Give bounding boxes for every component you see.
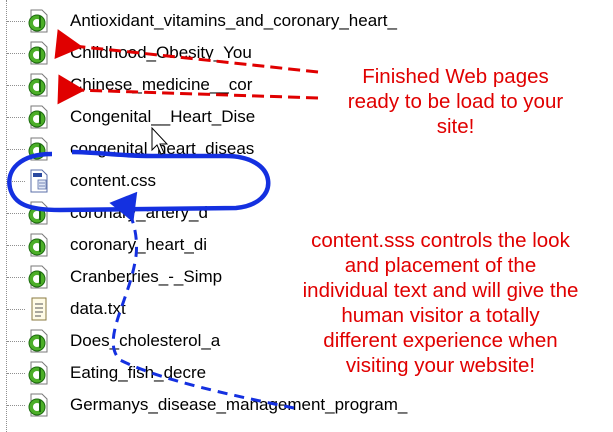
file-name[interactable]: Germanys_disease_management_program_ bbox=[70, 395, 407, 415]
tree-branch-line bbox=[7, 245, 25, 246]
tree-branch-line bbox=[7, 309, 25, 310]
tree-branch-line bbox=[7, 117, 25, 118]
file-name[interactable]: data.txt bbox=[70, 299, 126, 319]
file-name[interactable]: Chinese_medicine__cor bbox=[70, 75, 252, 95]
annotation-line: site! bbox=[436, 115, 475, 138]
html-page-icon bbox=[26, 392, 52, 418]
html-page-icon bbox=[26, 136, 52, 162]
text-file-icon bbox=[26, 296, 52, 322]
annotation-line: visiting your website! bbox=[345, 354, 536, 377]
tree-branch-line bbox=[7, 85, 25, 86]
html-page-icon bbox=[26, 8, 52, 34]
tree-branch-line bbox=[7, 341, 25, 342]
tree-branch-line bbox=[7, 405, 25, 406]
file-tree-row[interactable]: Antioxidant_vitamins_and_coronary_heart_ bbox=[0, 5, 613, 37]
tree-branch-line bbox=[7, 53, 25, 54]
tree-branch-line bbox=[7, 213, 25, 214]
file-name[interactable]: Does_cholesterol_a bbox=[70, 331, 220, 351]
html-page-icon bbox=[26, 200, 52, 226]
annotation-line: different experience when bbox=[323, 329, 558, 352]
annotation-line: individual text and will give the bbox=[302, 279, 579, 302]
html-page-icon bbox=[26, 40, 52, 66]
css-file-icon bbox=[26, 168, 52, 194]
file-tree-row[interactable]: coronary_artery_d bbox=[0, 197, 613, 229]
annotation-finished-pages: Finished Web pages ready to be load to y… bbox=[318, 64, 593, 139]
file-name[interactable]: coronary_heart_di bbox=[70, 235, 207, 255]
file-name[interactable]: content.css bbox=[70, 171, 156, 191]
file-name[interactable]: Eating_fish_decre bbox=[70, 363, 206, 383]
file-name[interactable]: Antioxidant_vitamins_and_coronary_heart_ bbox=[70, 11, 397, 31]
annotation-line: Finished Web pages bbox=[362, 65, 549, 88]
file-name[interactable]: coronary_artery_d bbox=[70, 203, 208, 223]
file-name[interactable]: congenital_heart_diseas bbox=[70, 139, 254, 159]
html-page-icon bbox=[26, 232, 52, 258]
tree-branch-line bbox=[7, 21, 25, 22]
annotation-line: content.sss controls the look bbox=[311, 229, 570, 252]
file-tree-row[interactable]: content.css bbox=[0, 165, 613, 197]
html-page-icon bbox=[26, 72, 52, 98]
html-page-icon bbox=[26, 328, 52, 354]
annotation-css-explanation: content.sss controls the look and placem… bbox=[268, 228, 613, 378]
html-page-icon bbox=[26, 264, 52, 290]
tree-branch-line bbox=[7, 277, 25, 278]
file-name[interactable]: Cranberries_-_Simp bbox=[70, 267, 222, 287]
annotation-line: and placement of the bbox=[344, 254, 537, 277]
file-name[interactable]: Childhood_Obesity_You bbox=[70, 43, 252, 63]
html-page-icon bbox=[26, 104, 52, 130]
annotation-line: ready to be load to your bbox=[347, 90, 564, 113]
tree-branch-line bbox=[7, 149, 25, 150]
file-tree-row[interactable]: Germanys_disease_management_program_ bbox=[0, 389, 613, 421]
tree-branch-line bbox=[7, 181, 25, 182]
html-page-icon bbox=[26, 360, 52, 386]
file-name[interactable]: Congenital__Heart_Dise bbox=[70, 107, 255, 127]
tree-branch-line bbox=[7, 373, 25, 374]
annotation-line: human visitor a totally bbox=[341, 304, 540, 327]
